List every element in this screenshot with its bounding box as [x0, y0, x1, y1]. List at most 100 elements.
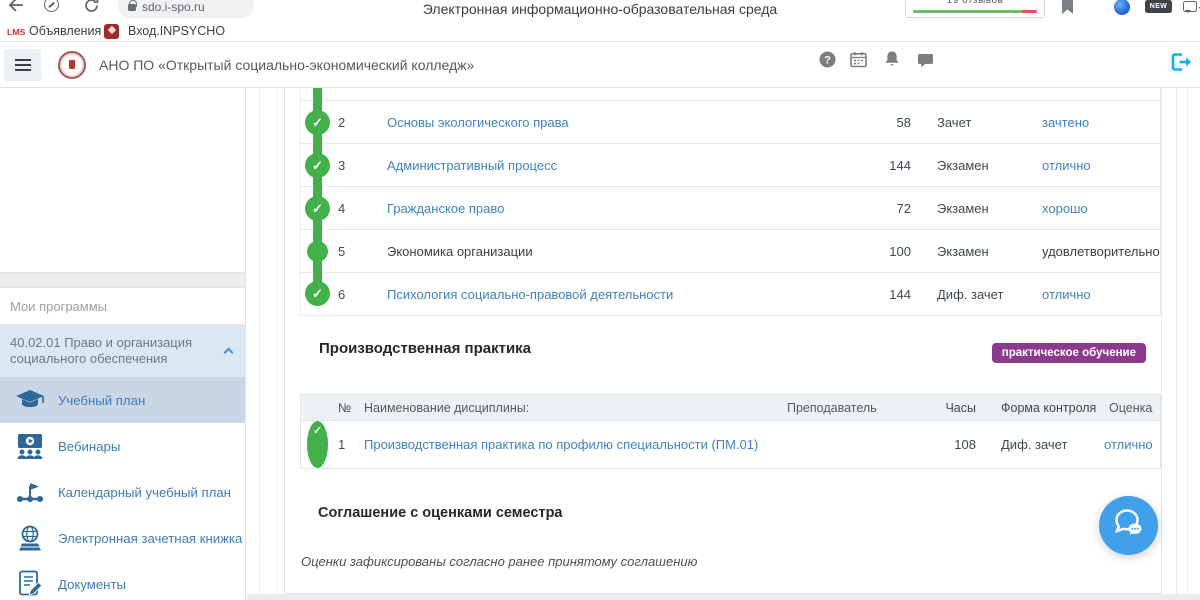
control-form: Зачет — [937, 101, 971, 144]
discipline-link[interactable]: Административный процесс — [387, 144, 557, 187]
crest-icon — [104, 24, 119, 39]
practice-table-header: № Наименование дисциплины: Преподаватель… — [301, 395, 1160, 421]
grade-value: удовлетворительно — [1042, 230, 1160, 273]
table-row: 1 Производственная практика по профилю с… — [301, 421, 1160, 468]
bookmark-announcements[interactable]: Объявления — [29, 24, 101, 38]
bookmarks-bar: LMS Объявления Вход.INPSYCHO — [0, 22, 1200, 42]
hamburger-icon — [15, 64, 31, 66]
col-hours: Часы — [906, 395, 976, 421]
messages-icon[interactable] — [917, 53, 934, 73]
sidebar-divider-strip — [0, 272, 245, 288]
dot-icon — [307, 241, 328, 262]
control-form: Экзамен — [937, 187, 989, 230]
practice-heading: Производственная практика — [319, 340, 531, 357]
check-icon — [305, 196, 330, 221]
sidebar-item-webinars[interactable]: Вебинары — [0, 423, 245, 469]
grade-link[interactable]: отлично — [1042, 144, 1091, 187]
table-row: 3 Административный процесс 144 Экзамен о… — [301, 144, 1160, 187]
grade-link[interactable]: отлично — [1104, 421, 1153, 468]
col-discipline: Наименование дисциплины: — [364, 395, 529, 421]
agreement-heading: Соглашение с оценками семестра — [318, 505, 563, 521]
content-divider — [276, 88, 277, 600]
reviews-label: 19 отзывов — [906, 0, 1044, 6]
practice-badge: практическое обучение — [992, 343, 1146, 363]
sidebar-item-label: Вебинары — [58, 423, 120, 469]
menu-button[interactable] — [4, 49, 41, 81]
check-icon — [305, 281, 330, 306]
sidebar-scrollbar[interactable] — [259, 88, 260, 600]
hours-value: 144 — [841, 144, 911, 187]
table-row: 2 Основы экологического права 58 Зачет з… — [301, 101, 1160, 144]
col-form: Форма контроля — [1001, 395, 1096, 421]
main-content-card: 2 Основы экологического права 58 Зачет з… — [284, 88, 1162, 594]
check-icon — [305, 153, 330, 178]
agreement-note: Оценки зафиксированы согласно ранее прин… — [301, 554, 697, 569]
chat-bubbles-icon — [1112, 508, 1145, 543]
new-badge[interactable]: NEW — [1145, 0, 1172, 13]
control-form: Экзамен — [937, 230, 989, 273]
reviews-rating-bar — [913, 10, 1037, 13]
chevron-up-icon[interactable] — [224, 348, 234, 358]
sidebar-item-documents[interactable]: Документы — [0, 561, 245, 600]
table-row-partial — [301, 88, 1160, 101]
bell-icon[interactable] — [884, 50, 900, 73]
sidebar-item-gradebook[interactable]: Электронная зачетная книжка — [0, 515, 245, 561]
discipline-name: Экономика организации — [387, 230, 533, 273]
col-number: № — [338, 395, 351, 421]
calendar-icon[interactable] — [850, 51, 867, 73]
page-scrollbar[interactable] — [1176, 88, 1177, 594]
screen: sdo.i-spo.ru Электронная информационно-о… — [0, 0, 1200, 600]
practice-table: № Наименование дисциплины: Преподаватель… — [300, 394, 1161, 469]
check-icon — [307, 421, 328, 468]
sidebar-section-title: Мои программы — [0, 288, 245, 325]
col-teacher: Преподаватель — [787, 395, 877, 421]
lms-icon: LMS — [7, 27, 26, 37]
program-header[interactable]: 40.02.01 Право и организация социального… — [0, 325, 245, 377]
row-number: 6 — [338, 273, 345, 316]
row-number: 2 — [338, 101, 345, 144]
sidebar-item-label: Учебный план — [58, 377, 145, 423]
row-number: 5 — [338, 230, 345, 273]
sidebar: Мои программы 40.02.01 Право и организац… — [0, 88, 246, 600]
row-number: 4 — [338, 187, 345, 230]
page-bottom-strip — [247, 594, 1200, 600]
discipline-link[interactable]: Психология социально-правовой деятельнос… — [387, 273, 673, 316]
hours-value: 58 — [841, 101, 911, 144]
logout-icon[interactable] — [1170, 52, 1194, 77]
download-icon[interactable]: ⇓ — [1196, 0, 1200, 14]
browser-bar: sdo.i-spo.ru Электронная информационно-о… — [0, 0, 1200, 22]
discipline-link[interactable]: Производственная практика по профилю спе… — [364, 421, 758, 468]
table-row: 6 Психология социально-правовой деятельн… — [301, 273, 1160, 316]
browser-chat-icon[interactable] — [1183, 1, 1197, 12]
sidebar-item-curriculum[interactable]: Учебный план — [0, 377, 245, 423]
reviews-widget[interactable]: 19 отзывов — [905, 0, 1045, 18]
grade-link[interactable]: хорошо — [1042, 187, 1088, 230]
hours-value: 108 — [906, 421, 976, 468]
hours-value: 144 — [841, 273, 911, 316]
col-grade: Оценка — [1109, 395, 1152, 421]
milestones-icon — [12, 469, 48, 515]
sidebar-item-calendar-plan[interactable]: Календарный учебный план — [0, 469, 245, 515]
discipline-link[interactable]: Гражданское право — [387, 187, 504, 230]
graduation-cap-icon — [12, 377, 48, 423]
table-row: 4 Гражданское право 72 Экзамен хорошо — [301, 187, 1160, 230]
grade-link[interactable]: зачтено — [1042, 101, 1089, 144]
hours-value: 100 — [841, 230, 911, 273]
control-form: Диф. зачет — [937, 273, 1003, 316]
webinar-icon — [12, 423, 48, 469]
svg-text:?: ? — [824, 54, 831, 66]
document-pencil-icon — [12, 561, 48, 600]
disciplines-table: 2 Основы экологического права 58 Зачет з… — [300, 88, 1161, 316]
sidebar-item-label: Документы — [58, 561, 126, 600]
college-logo — [58, 51, 86, 79]
help-icon[interactable]: ? — [819, 51, 836, 73]
row-number: 1 — [338, 421, 345, 468]
grade-link[interactable]: отлично — [1042, 273, 1091, 316]
bookmark-inpsycho[interactable]: Вход.INPSYCHO — [128, 24, 225, 38]
page-scrollbar-track — [1187, 88, 1188, 594]
control-form: Диф. зачет — [1001, 421, 1067, 468]
org-title: АНО ПО «Открытый социально-экономический… — [99, 57, 474, 73]
discipline-link[interactable]: Основы экологического права — [387, 101, 569, 144]
hours-value: 72 — [841, 187, 911, 230]
support-chat-button[interactable] — [1099, 496, 1158, 555]
